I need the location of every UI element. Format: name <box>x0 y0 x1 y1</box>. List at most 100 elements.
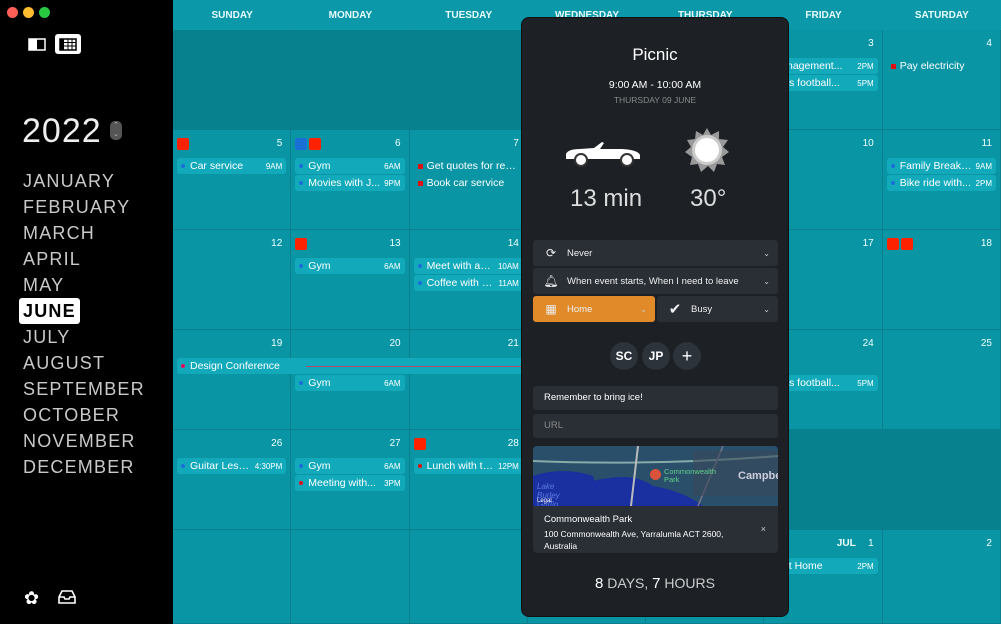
task-icon <box>417 163 423 169</box>
url-field[interactable]: URL <box>533 414 778 438</box>
day-cell[interactable]: 14 Meet with arc... 10AM Coffee with E... 11… <box>409 230 528 330</box>
day-cell[interactable]: 20 Gym 6AM <box>291 330 410 430</box>
repeat-select[interactable]: ⟳ Never ⌄ <box>533 240 778 266</box>
day-cell[interactable]: 7 Get quotes for rep... Book car service <box>409 130 528 230</box>
event-title: Lunch with th... <box>426 460 494 472</box>
location-map[interactable]: Commonwealth Park Campbe Lake Burley Gri… <box>533 446 778 506</box>
day-cell[interactable] <box>291 530 410 624</box>
month-october[interactable]: OCTOBER <box>19 402 149 428</box>
day-cell[interactable] <box>409 30 528 130</box>
event-time: 9AM <box>975 161 992 171</box>
day-cell[interactable]: 5 Car service 9AM <box>173 130 292 230</box>
day-cell[interactable]: 27 Gym 6AM Meeting with... 3PM <box>291 430 410 530</box>
day-cell[interactable] <box>409 530 528 624</box>
location-address: 100 Commonwealth Ave, Yarralumla ACT 260… <box>544 529 724 551</box>
tag-icon[interactable] <box>295 238 308 250</box>
day-cell[interactable]: 4 Pay electricity <box>882 30 1001 130</box>
tag-icon[interactable] <box>886 238 899 250</box>
day-cell[interactable]: 12 <box>173 230 292 330</box>
zoom-window-button[interactable] <box>39 7 50 18</box>
day-cell[interactable]: 6 Gym 6AM Movies with J... 9PM <box>291 130 410 230</box>
map-legal-link[interactable]: Legal <box>537 498 552 504</box>
event-item[interactable]: Family Breakf... 9AM <box>886 158 996 174</box>
weekday-tuesday: TUESDAY <box>445 10 493 21</box>
car-icon <box>566 142 640 167</box>
event-item[interactable]: Coffee with E... 11AM <box>413 275 523 291</box>
split-view-icon[interactable] <box>24 34 50 54</box>
month-february[interactable]: FEBRUARY <box>19 194 149 220</box>
event-title[interactable]: Picnic <box>522 45 788 65</box>
day-cell[interactable]: 13 Gym 6AM <box>291 230 410 330</box>
month-november[interactable]: NOVEMBER <box>19 428 149 454</box>
event-time: 12PM <box>497 461 519 471</box>
close-window-button[interactable] <box>7 7 18 18</box>
day-cell[interactable] <box>291 30 410 130</box>
add-attendee-button[interactable]: + <box>673 342 701 370</box>
event-color-dot <box>181 464 185 468</box>
attendee-avatar[interactable]: JP <box>642 342 670 370</box>
month-march[interactable]: MARCH <box>19 220 149 246</box>
event-item[interactable]: Movies with J... 9PM <box>295 175 405 191</box>
availability-select[interactable]: ✔ Busy ⌄ <box>657 296 778 322</box>
month-august[interactable]: AUGUST <box>19 350 149 376</box>
year-stepper[interactable]: ⌃ ⌄ <box>110 121 122 140</box>
event-item[interactable]: Gym 6AM <box>295 158 405 174</box>
event-title: Family Breakf... <box>899 160 972 172</box>
day-cell[interactable]: 28 Lunch with th... 12PM <box>409 430 528 530</box>
tag-icon[interactable] <box>413 438 426 450</box>
task-item[interactable]: Book car service <box>414 175 523 191</box>
month-april[interactable]: APRIL <box>19 246 149 272</box>
inbox-icon[interactable] <box>58 588 76 609</box>
event-item[interactable]: Car service 9AM <box>177 158 287 174</box>
tag-icon[interactable] <box>309 138 322 150</box>
event-item[interactable]: Guitar Less... 4:30PM <box>177 458 287 474</box>
task-item[interactable]: Get quotes for rep... <box>414 158 523 174</box>
event-item[interactable]: Gym 6AM <box>295 258 405 274</box>
event-item[interactable]: Gym 6AM <box>295 375 405 391</box>
month-grid-icon[interactable] <box>55 34 81 54</box>
day-number: 24 <box>862 338 874 349</box>
month-may[interactable]: MAY <box>19 272 149 298</box>
minimize-window-button[interactable] <box>23 7 34 18</box>
day-cell[interactable] <box>173 530 292 624</box>
event-item[interactable]: Meeting with... 3PM <box>295 475 405 491</box>
tag-icon[interactable] <box>295 138 308 150</box>
attendee-avatar[interactable]: SC <box>610 342 638 370</box>
day-cell[interactable] <box>173 30 292 130</box>
event-item[interactable]: Meet with arc... 10AM <box>413 258 523 274</box>
day-cell[interactable]: 26 Guitar Less... 4:30PM <box>173 430 292 530</box>
month-january[interactable]: JANUARY <box>19 168 149 194</box>
tag-icon[interactable] <box>177 138 189 150</box>
multi-day-event[interactable]: Design Conference <box>177 358 527 374</box>
event-span-line <box>305 365 523 367</box>
palette-icon[interactable]: ✿ <box>24 588 39 609</box>
day-cell[interactable]: 18 <box>882 230 1001 330</box>
location-card[interactable]: Commonwealth Park 100 Commonwealth Ave, … <box>533 506 778 553</box>
month-september[interactable]: SEPTEMBER <box>19 376 149 402</box>
task-item[interactable]: Pay electricity <box>887 58 996 74</box>
day-cell[interactable]: 25 <box>882 330 1001 430</box>
day-number: 5 <box>276 138 283 149</box>
month-june[interactable]: JUNE <box>19 298 80 324</box>
day-cell[interactable]: 19 <box>173 330 292 430</box>
event-item[interactable]: Gym 6AM <box>295 458 405 474</box>
event-time: 5PM <box>857 378 874 388</box>
remove-location-icon[interactable]: × <box>761 524 766 534</box>
notes-field[interactable]: Remember to bring ice! <box>533 386 778 410</box>
day-cell[interactable]: 21 <box>409 330 528 430</box>
day-cell[interactable]: 11 Family Breakf... 9AM Bike ride with... 2P… <box>882 130 1001 230</box>
event-color-dot <box>181 164 185 168</box>
event-title: Gym <box>308 460 331 472</box>
event-item[interactable]: Bike ride with... 2PM <box>886 175 996 191</box>
day-number: 3 <box>868 38 874 49</box>
month-july[interactable]: JULY <box>19 324 149 350</box>
tag-icon[interactable] <box>900 238 913 250</box>
event-time[interactable]: 9:00 AM - 10:00 AM <box>522 79 788 91</box>
event-time: 6AM <box>384 461 401 471</box>
day-cell[interactable] <box>882 430 1001 530</box>
calendar-select[interactable]: ▦ Home ⌄ <box>533 296 655 322</box>
alert-select[interactable]: 🔔︎ When event starts, When I need to leav… <box>533 268 778 294</box>
month-december[interactable]: DECEMBER <box>19 454 149 480</box>
event-item[interactable]: Lunch with th... 12PM <box>413 458 523 474</box>
day-cell[interactable]: 2 <box>882 530 1001 624</box>
